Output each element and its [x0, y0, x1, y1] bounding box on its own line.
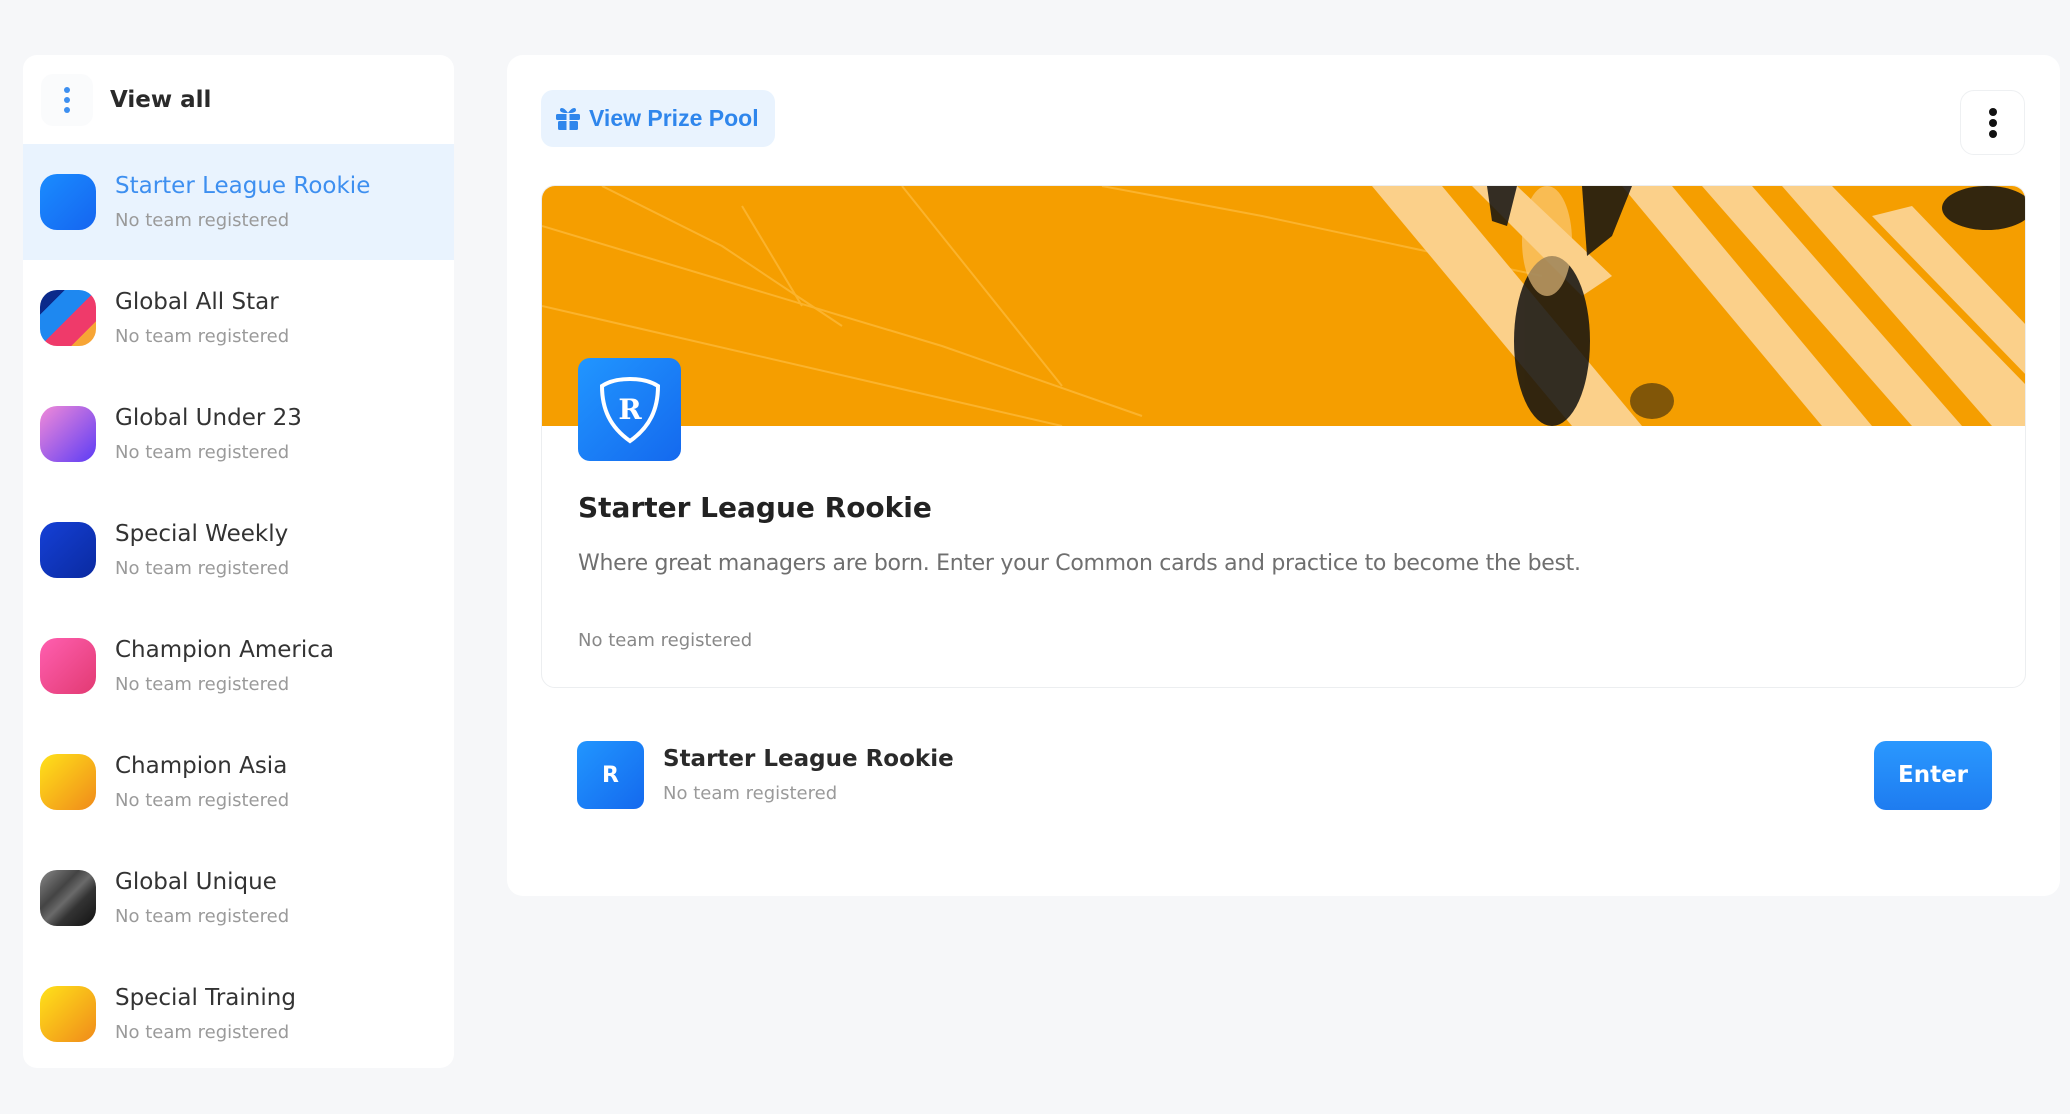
sidebar-item-status: No team registered: [115, 673, 290, 695]
sidebar-item-label: Champion Asia: [115, 752, 288, 779]
sidebar-item-special-training[interactable]: Special Training No team registered: [23, 956, 454, 1068]
sidebar-item-status: No team registered: [115, 441, 290, 463]
sidebar-item-label: Special Weekly: [115, 520, 289, 547]
view-all-button[interactable]: View all: [23, 55, 454, 144]
sidebar-item-status: No team registered: [115, 209, 290, 231]
sidebar-item-status: No team registered: [115, 905, 290, 927]
league-entry-row: R Starter League Rookie No team register…: [577, 740, 1992, 810]
sidebar-item-global-unique[interactable]: Global Unique No team registered: [23, 840, 454, 956]
league-banner-image: [542, 186, 2025, 426]
sidebar-item-label: Special Training: [115, 984, 296, 1011]
sidebar-item-special-weekly[interactable]: Special Weekly No team registered: [23, 492, 454, 608]
league-list: Starter League Rookie No team registered G…: [23, 144, 454, 1068]
sidebar-item-global-under-23[interactable]: Global Under 23 No team registered: [23, 376, 454, 492]
league-icon: [40, 174, 96, 230]
sidebar-item-label: Champion America: [115, 636, 334, 663]
league-icon: [40, 870, 96, 926]
league-icon: [40, 290, 96, 346]
more-options-button[interactable]: [1960, 90, 2025, 155]
view-all-label: View all: [110, 86, 212, 113]
banner-artwork: [542, 186, 2025, 426]
league-logo-small: R: [577, 741, 644, 809]
league-status: No team registered: [578, 630, 753, 651]
sidebar-item-status: No team registered: [115, 789, 290, 811]
league-shield-logo: R: [578, 358, 681, 461]
gift-icon: [556, 107, 580, 130]
sidebar-item-status: No team registered: [115, 557, 290, 579]
shield-icon: R: [599, 376, 660, 443]
svg-text:R: R: [618, 393, 642, 426]
sidebar-item-status: No team registered: [115, 325, 290, 347]
league-title: Starter League Rookie: [578, 491, 932, 524]
league-icon: [40, 986, 96, 1042]
sidebar-item-label: Global Unique: [115, 868, 277, 895]
entry-league-name: Starter League Rookie: [663, 745, 954, 772]
sidebar-item-label: Starter League Rookie: [115, 172, 371, 199]
league-icon: [40, 754, 96, 810]
sidebar-item-label: Global Under 23: [115, 404, 302, 431]
kebab-vertical-icon: [41, 73, 93, 126]
sidebar-item-champion-asia[interactable]: Champion Asia No team registered: [23, 724, 454, 840]
enter-button[interactable]: Enter: [1874, 740, 1992, 810]
sidebar-item-global-all-star[interactable]: Global All Star No team registered: [23, 260, 454, 376]
kebab-vertical-icon: [1988, 107, 1997, 138]
league-info-card: R Starter League Rookie Where great mana…: [541, 185, 2026, 688]
sidebar-item-champion-america[interactable]: Champion America No team registered: [23, 608, 454, 724]
view-prize-pool-button[interactable]: View Prize Pool: [541, 90, 775, 147]
league-icon: [40, 638, 96, 694]
sidebar-item-status: No team registered: [115, 1021, 290, 1043]
entry-status: No team registered: [663, 782, 838, 804]
league-sidebar: View all Starter League Rookie No team re…: [23, 55, 454, 1068]
view-prize-pool-label: View Prize Pool: [589, 105, 759, 131]
league-icon: [40, 522, 96, 578]
league-detail-card: View Prize Pool R Starter League Rookie …: [507, 55, 2060, 896]
league-icon: [40, 406, 96, 462]
sidebar-item-starter-league-rookie[interactable]: Starter League Rookie No team registered: [23, 144, 454, 260]
sidebar-item-label: Global All Star: [115, 288, 279, 315]
league-description: Where great managers are born. Enter you…: [578, 551, 1581, 576]
